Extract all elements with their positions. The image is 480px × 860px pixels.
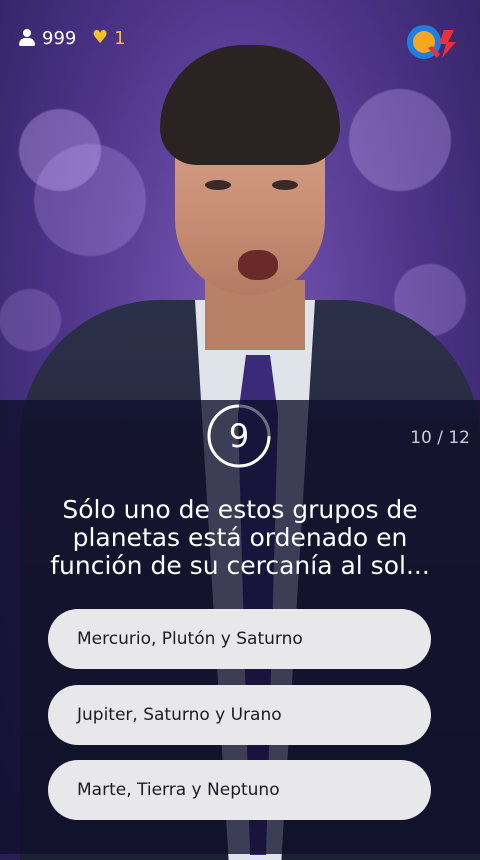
answer-option-3[interactable]: Marte, Tierra y Neptuno (48, 760, 431, 820)
answer-option-1[interactable]: Mercurio, Plutón y Saturno (48, 609, 431, 669)
heart-icon: ♥ (92, 27, 109, 48)
q12-logo (407, 25, 456, 59)
countdown-timer: 9 (206, 403, 272, 469)
user-icon (18, 29, 36, 47)
top-bar: 999 ♥ 1 (0, 0, 480, 80)
lives-count: ♥ 1 (92, 27, 126, 49)
question-text: Sólo uno de estos grupos de planetas est… (50, 495, 430, 580)
lives-count-value: 1 (114, 27, 126, 49)
host-eye (272, 180, 298, 190)
viewer-count-value: 999 (42, 27, 77, 49)
answer-option-label: Jupiter, Saturno y Urano (77, 705, 282, 725)
answer-option-2[interactable]: Jupiter, Saturno y Urano (48, 685, 431, 745)
answer-option-label: Mercurio, Plutón y Saturno (77, 629, 303, 649)
question-progress: 10 / 12 (410, 428, 470, 448)
timer-value: 9 (228, 417, 250, 455)
answer-option-label: Marte, Tierra y Neptuno (77, 780, 280, 800)
host-mouth (238, 250, 278, 280)
host-eye (205, 180, 231, 190)
viewer-count: 999 (18, 27, 76, 49)
